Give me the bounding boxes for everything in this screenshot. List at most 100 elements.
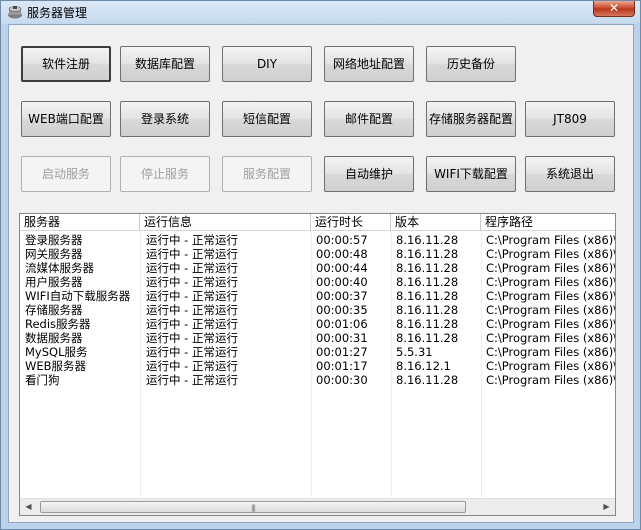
scroll-left-arrow-icon[interactable]: ◀ — [20, 499, 37, 515]
cell-program-path: C:\Program Files (x86)\IVM — [486, 373, 615, 387]
cell-uptime: 00:01:17 — [316, 359, 368, 373]
scrollbar-thumb[interactable]: ||| — [40, 501, 466, 513]
wifi-download-config-button[interactable]: WIFI下载配置 — [426, 156, 516, 192]
cell-run-info: 运行中 - 正常运行 — [146, 317, 238, 331]
cell-run-info: 运行中 - 正常运行 — [146, 359, 238, 373]
cell-uptime: 00:00:35 — [316, 303, 368, 317]
column-header-program-path[interactable]: 程序路径 — [481, 214, 615, 231]
cell-version: 8.16.11.28 — [396, 373, 459, 387]
cell-program-path: C:\Program Files (x86)\IVM — [486, 345, 615, 359]
diy-button[interactable]: DIY — [222, 46, 312, 82]
cell-server-name: 流媒体服务器 — [25, 261, 94, 275]
cell-program-path: C:\Program Files (x86)\IVM — [486, 331, 615, 345]
cell-program-path: C:\Program Files (x86)\IVM — [486, 247, 615, 261]
column-header-version[interactable]: 版本 — [391, 214, 481, 231]
cell-server-name: 数据服务器 — [25, 331, 83, 345]
stop-service-button: 停止服务 — [120, 156, 210, 192]
cell-run-info: 运行中 - 正常运行 — [146, 275, 238, 289]
cell-run-info: 运行中 - 正常运行 — [146, 261, 238, 275]
web-port-config-button[interactable]: WEB端口配置 — [21, 101, 111, 137]
title-bar[interactable]: 服务器管理 ✕ — [1, 1, 640, 23]
cell-program-path: C:\Program Files (x86)\IVM — [486, 233, 615, 247]
cell-run-info: 运行中 - 正常运行 — [146, 373, 238, 387]
server-app-icon — [8, 6, 22, 19]
cell-run-info: 运行中 - 正常运行 — [146, 331, 238, 345]
table-row[interactable]: 登录服务器 运行中 - 正常运行 00:00:57 8.16.11.28 C:\Prog… — [20, 233, 615, 247]
cell-version: 8.16.11.28 — [396, 331, 459, 345]
client-area: 软件注册 数据库配置 DIY 网络地址配置 历史备份 WEB端口配置 登录系统 … — [8, 24, 634, 523]
column-header-server[interactable]: 服务器 — [20, 214, 140, 231]
cell-run-info: 运行中 - 正常运行 — [146, 233, 238, 247]
system-exit-button[interactable]: 系统退出 — [525, 156, 615, 192]
auto-maintain-button[interactable]: 自动维护 — [324, 156, 414, 192]
column-header-run-info[interactable]: 运行信息 — [140, 214, 311, 231]
cell-server-name: Redis服务器 — [25, 317, 91, 331]
cell-server-name: 看门狗 — [25, 373, 60, 387]
cell-version: 8.16.11.28 — [396, 233, 459, 247]
table-rows: 登录服务器 运行中 - 正常运行 00:00:57 8.16.11.28 C:\Prog… — [20, 233, 615, 387]
jt809-button[interactable]: JT809 — [525, 101, 615, 137]
cell-program-path: C:\Program Files (x86)\IVM — [486, 289, 615, 303]
table-row[interactable]: 网关服务器 运行中 - 正常运行 00:00:48 8.16.11.28 C:\Prog… — [20, 247, 615, 261]
net-addr-config-button[interactable]: 网络地址配置 — [324, 46, 414, 82]
cell-program-path: C:\Program Files (x86)\IVM — [486, 303, 615, 317]
cell-server-name: WIFI自动下载服务器 — [25, 289, 131, 303]
cell-program-path: C:\Program Files (x86)\IVM — [486, 261, 615, 275]
table-row[interactable]: 流媒体服务器 运行中 - 正常运行 00:00:44 8.16.11.28 C:\Pro… — [20, 261, 615, 275]
table-row[interactable]: 用户服务器 运行中 - 正常运行 00:00:40 8.16.11.28 C:\Prog… — [20, 275, 615, 289]
horizontal-scrollbar[interactable]: ◀ ||| ▶ — [20, 498, 615, 515]
cell-uptime: 00:00:57 — [316, 233, 368, 247]
server-list-view[interactable]: 服务器 运行信息 运行时长 版本 程序路径 登录服务器 运行中 - 正常运行 00:… — [19, 213, 616, 516]
table-row[interactable]: WIFI自动下载服务器 运行中 - 正常运行 00:00:37 8.16.11.28 C… — [20, 289, 615, 303]
scroll-right-arrow-icon[interactable]: ▶ — [598, 499, 615, 515]
history-backup-button[interactable]: 历史备份 — [426, 46, 516, 82]
cell-version: 8.16.11.28 — [396, 247, 459, 261]
cell-uptime: 00:01:27 — [316, 345, 368, 359]
table-row[interactable]: MySQL服务 运行中 - 正常运行 00:01:27 5.5.31 C:\Progra… — [20, 345, 615, 359]
cell-program-path: C:\Program Files (x86)\IVM — [486, 359, 615, 373]
cell-server-name: 网关服务器 — [25, 247, 83, 261]
grip-icon: ||| — [250, 504, 256, 512]
cell-uptime: 00:00:40 — [316, 275, 368, 289]
column-header-uptime[interactable]: 运行时长 — [311, 214, 391, 231]
cell-version: 8.16.11.28 — [396, 303, 459, 317]
cell-server-name: 登录服务器 — [25, 233, 83, 247]
cell-version: 8.16.12.1 — [396, 359, 451, 373]
cell-version: 8.16.11.28 — [396, 261, 459, 275]
cell-run-info: 运行中 - 正常运行 — [146, 247, 238, 261]
cell-run-info: 运行中 - 正常运行 — [146, 289, 238, 303]
main-window: 服务器管理 ✕ 软件注册 数据库配置 DIY 网络地址配置 历史备份 WEB端口… — [0, 0, 641, 530]
cell-program-path: C:\Program Files (x86)\IVM — [486, 275, 615, 289]
login-system-button[interactable]: 登录系统 — [120, 101, 210, 137]
software-register-button[interactable]: 软件注册 — [21, 46, 111, 82]
cell-server-name: 存储服务器 — [25, 303, 83, 317]
table-row[interactable]: Redis服务器 运行中 - 正常运行 00:01:06 8.16.11.28 C:\P… — [20, 317, 615, 331]
cell-server-name: MySQL服务 — [25, 345, 88, 359]
table-row[interactable]: 数据服务器 运行中 - 正常运行 00:00:31 8.16.11.28 C:\Prog… — [20, 331, 615, 345]
cell-version: 8.16.11.28 — [396, 275, 459, 289]
cell-uptime: 00:00:48 — [316, 247, 368, 261]
start-service-button: 启动服务 — [21, 156, 111, 192]
cell-uptime: 00:00:37 — [316, 289, 368, 303]
sms-config-button[interactable]: 短信配置 — [222, 101, 312, 137]
mail-config-button[interactable]: 邮件配置 — [324, 101, 414, 137]
cell-uptime: 00:00:44 — [316, 261, 368, 275]
cell-uptime: 00:00:30 — [316, 373, 368, 387]
table-row[interactable]: 看门狗 运行中 - 正常运行 00:00:30 8.16.11.28 C:\Progra… — [20, 373, 615, 387]
storage-server-config-button[interactable]: 存储服务器配置 — [426, 101, 516, 137]
cell-server-name: 用户服务器 — [25, 275, 83, 289]
cell-version: 8.16.11.28 — [396, 317, 459, 331]
db-config-button[interactable]: 数据库配置 — [120, 46, 210, 82]
cell-run-info: 运行中 - 正常运行 — [146, 303, 238, 317]
cell-run-info: 运行中 - 正常运行 — [146, 345, 238, 359]
cell-server-name: WEB服务器 — [25, 359, 87, 373]
table-row[interactable]: 存储服务器 运行中 - 正常运行 00:00:35 8.16.11.28 C:\Prog… — [20, 303, 615, 317]
close-button[interactable]: ✕ — [593, 1, 635, 17]
cell-program-path: C:\Program Files (x86)\IVM — [486, 317, 615, 331]
cell-uptime: 00:01:06 — [316, 317, 368, 331]
cell-uptime: 00:00:31 — [316, 331, 368, 345]
service-config-button: 服务配置 — [222, 156, 312, 192]
cell-version: 8.16.11.28 — [396, 289, 459, 303]
table-row[interactable]: WEB服务器 运行中 - 正常运行 00:01:17 8.16.12.1 C:\Prog… — [20, 359, 615, 373]
window-title: 服务器管理 — [27, 6, 88, 20]
